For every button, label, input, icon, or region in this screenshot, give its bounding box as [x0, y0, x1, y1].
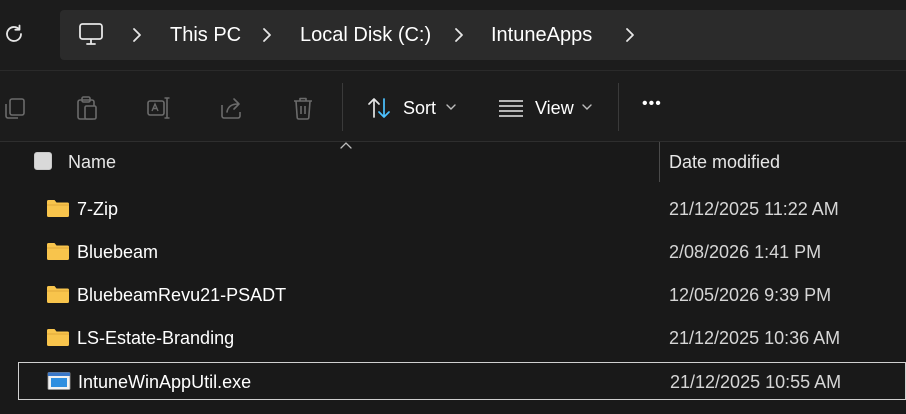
file-name: BluebeamRevu21-PSADT: [77, 285, 287, 305]
command-bar: Sort View •••: [0, 70, 906, 142]
chevron-right-icon[interactable]: [258, 26, 276, 44]
chevron-right-icon[interactable]: [621, 26, 639, 44]
column-header-date-modified[interactable]: Date modified: [669, 152, 780, 173]
chevron-right-icon[interactable]: [128, 26, 146, 44]
sort-icon: [368, 98, 390, 118]
file-name: LS-Estate-Branding: [77, 328, 235, 348]
copy-icon[interactable]: [2, 95, 28, 121]
toolbar-separator: [618, 83, 619, 131]
select-all-checkbox[interactable]: [34, 152, 52, 170]
file-name: 7-Zip: [77, 199, 119, 219]
paste-icon[interactable]: [74, 95, 100, 121]
list-item[interactable]: 7-Zip 21/12/2025 11:22 AM: [18, 190, 906, 228]
chevron-down-icon: [582, 104, 592, 110]
toolbar-separator: [342, 83, 343, 131]
chevron-down-icon: [446, 104, 456, 110]
file-name: Bluebeam: [77, 242, 159, 262]
delete-icon[interactable]: [290, 95, 316, 121]
chevron-right-icon[interactable]: [450, 26, 468, 44]
view-icon: [499, 100, 523, 117]
sort-label: Sort: [403, 98, 437, 118]
folder-icon: [47, 329, 69, 346]
list-item-selected[interactable]: IntuneWinAppUtil.exe 21/12/2025 10:55 AM: [18, 362, 906, 400]
more-options-icon: •••: [642, 95, 662, 112]
view-button[interactable]: View: [496, 91, 600, 125]
file-date-modified: 21/12/2025 11:22 AM: [669, 199, 839, 219]
file-date-modified: 2/08/2026 1:41 PM: [669, 242, 822, 262]
this-pc-icon[interactable]: [78, 22, 106, 48]
address-bar: This PC Local Disk (C:) IntuneApps: [0, 0, 906, 70]
folder-icon: [47, 200, 69, 217]
view-label: View: [535, 98, 574, 118]
exe-file-icon: [47, 372, 71, 390]
list-item[interactable]: LS-Estate-Branding 21/12/2025 10:36 AM: [18, 319, 906, 357]
file-name: IntuneWinAppUtil.exe: [78, 372, 252, 392]
column-header-name[interactable]: Name: [68, 152, 116, 173]
breadcrumb[interactable]: This PC Local Disk (C:) IntuneApps: [60, 10, 906, 60]
refresh-icon[interactable]: [2, 22, 26, 46]
share-icon[interactable]: [218, 95, 244, 121]
see-more-button[interactable]: •••: [632, 91, 680, 125]
list-item[interactable]: BluebeamRevu21-PSADT 12/05/2026 9:39 PM: [18, 276, 906, 314]
sort-button[interactable]: Sort: [364, 91, 464, 125]
folder-icon: [47, 243, 69, 260]
folder-icon: [47, 286, 69, 303]
sort-ascending-icon: [340, 142, 352, 149]
breadcrumb-item-this-pc[interactable]: This PC: [170, 10, 241, 60]
list-item[interactable]: Bluebeam 2/08/2026 1:41 PM: [18, 233, 906, 271]
column-resize-handle[interactable]: [659, 142, 660, 182]
breadcrumb-item-local-disk[interactable]: Local Disk (C:): [300, 10, 431, 60]
file-date-modified: 12/05/2026 9:39 PM: [669, 285, 832, 305]
column-header-row: Name Date modified: [0, 142, 906, 182]
file-date-modified: 21/12/2025 10:36 AM: [669, 328, 841, 348]
rename-icon[interactable]: [146, 95, 172, 121]
file-date-modified: 21/12/2025 10:55 AM: [670, 372, 842, 392]
breadcrumb-item-intuneapps[interactable]: IntuneApps: [491, 10, 592, 60]
